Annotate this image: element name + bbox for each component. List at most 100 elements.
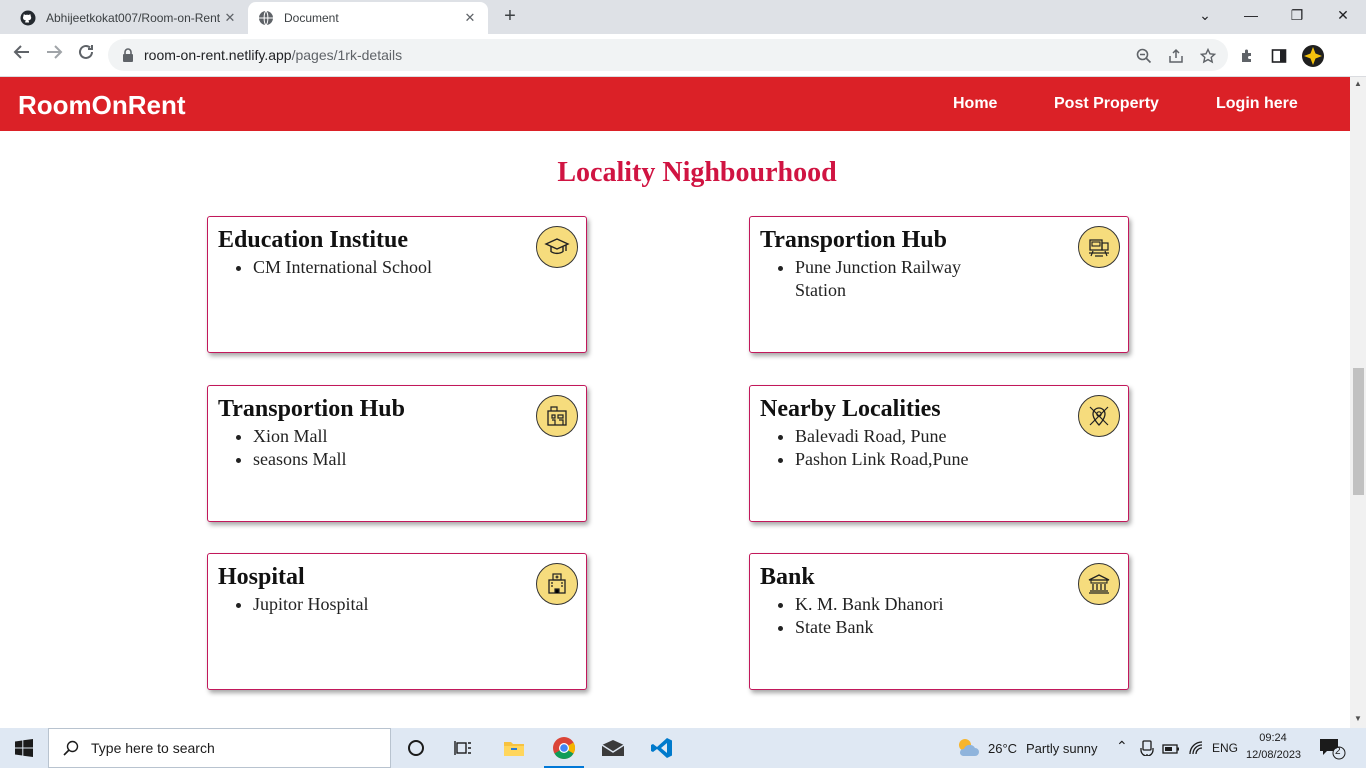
- location-pin-icon: [1078, 395, 1120, 437]
- list-item: K. M. Bank Dhanori: [795, 593, 995, 616]
- vscode-icon[interactable]: [638, 728, 686, 768]
- meet-now-icon[interactable]: [1140, 740, 1154, 761]
- arrow-right-icon: [47, 45, 63, 59]
- locality-card: Bank K. M. Bank Dhanori State Bank: [749, 553, 1129, 690]
- battery-icon[interactable]: [1162, 742, 1180, 760]
- search-placeholder: Type here to search: [91, 740, 215, 756]
- card-title: Nearby Localities: [760, 396, 941, 422]
- list-item: Pune Junction Railway Station: [795, 256, 995, 302]
- tab-title: Abhijeetkokat007/Room-on-Rent: [46, 11, 221, 25]
- card-list: Pune Junction Railway Station: [795, 256, 995, 302]
- reload-button[interactable]: [72, 42, 100, 70]
- mail-icon[interactable]: [589, 728, 637, 768]
- taskbar-clock[interactable]: 09:24 12/08/2023: [1246, 730, 1302, 764]
- back-button[interactable]: [8, 42, 36, 70]
- list-item: CM International School: [253, 256, 453, 279]
- close-icon[interactable]: ✕: [462, 10, 478, 26]
- chrome-icon[interactable]: [540, 728, 588, 768]
- zoom-icon[interactable]: [1135, 47, 1153, 65]
- share-icon[interactable]: [1167, 47, 1185, 65]
- card-list: K. M. Bank Dhanori State Bank: [795, 593, 995, 639]
- tab-github[interactable]: Abhijeetkokat007/Room-on-Rent ✕: [10, 2, 248, 34]
- browser-tab-strip: Abhijeetkokat007/Room-on-Rent ✕ Document…: [0, 0, 1366, 34]
- window-close-button[interactable]: ✕: [1320, 0, 1366, 32]
- new-tab-button[interactable]: +: [498, 5, 522, 29]
- tab-document[interactable]: Document ✕: [248, 2, 488, 34]
- task-view-icon[interactable]: [440, 728, 488, 768]
- page-scrollbar[interactable]: ▲ ▼: [1350, 77, 1366, 728]
- list-item: Pashon Link Road,Pune: [795, 448, 995, 471]
- clock-date: 12/08/2023: [1246, 749, 1302, 761]
- file-explorer-icon[interactable]: [490, 728, 538, 768]
- site-brand[interactable]: RoomOnRent: [18, 90, 186, 121]
- cortana-icon[interactable]: [392, 728, 440, 768]
- tab-search-chevron-icon[interactable]: ⌄: [1182, 0, 1228, 32]
- card-title: Education Institue: [218, 227, 409, 253]
- notification-center-icon[interactable]: 2: [1318, 736, 1346, 760]
- nav-link-home[interactable]: Home: [953, 95, 997, 113]
- card-list: Balevadi Road, Pune Pashon Link Road,Pun…: [795, 425, 995, 471]
- weather-partly-sunny-icon[interactable]: [955, 736, 981, 765]
- card-list: Jupitor Hospital: [253, 593, 453, 616]
- scrollbar-thumb[interactable]: [1353, 368, 1364, 495]
- card-title: Bank: [760, 564, 815, 590]
- train-station-icon: [1078, 226, 1120, 268]
- profile-avatar[interactable]: [1301, 44, 1325, 68]
- shopping-mall-icon: [536, 395, 578, 437]
- hospital-icon: [536, 563, 578, 605]
- list-item: Balevadi Road, Pune: [795, 425, 995, 448]
- tab-title: Document: [284, 11, 339, 25]
- locality-card: Transportion Hub Xion Mall seasons Mall: [207, 385, 587, 522]
- list-item: State Bank: [795, 616, 995, 639]
- card-title: Transportion Hub: [760, 227, 947, 253]
- bank-icon: [1078, 563, 1120, 605]
- arrow-left-icon: [13, 45, 29, 59]
- windows-start-button[interactable]: [0, 728, 48, 768]
- list-item: seasons Mall: [253, 448, 453, 471]
- scroll-down-icon[interactable]: ▼: [1354, 714, 1362, 723]
- notification-count: 2: [1335, 746, 1341, 757]
- reload-icon: [79, 44, 93, 59]
- locality-card: Education Institue CM International Scho…: [207, 216, 587, 353]
- list-item: Jupitor Hospital: [253, 593, 453, 616]
- graduation-cap-icon: [536, 226, 578, 268]
- page-viewport: RoomOnRent Home Post Property Login here…: [0, 77, 1350, 728]
- browser-toolbar: room-on-rent.netlify.app/pages/1rk-detai…: [0, 34, 1366, 77]
- locality-card: Hospital Jupitor Hospital: [207, 553, 587, 690]
- nav-link-login[interactable]: Login here: [1216, 95, 1298, 113]
- github-icon: [20, 10, 36, 26]
- locality-card: Transportion Hub Pune Junction Railway S…: [749, 216, 1129, 353]
- language-indicator[interactable]: ENG: [1212, 741, 1238, 755]
- chevron-up-icon[interactable]: ⌃: [1116, 738, 1128, 755]
- card-list: CM International School: [253, 256, 453, 279]
- url-host: room-on-rent.netlify.app: [144, 47, 292, 63]
- card-list: Xion Mall seasons Mall: [253, 425, 453, 471]
- taskbar-search-box[interactable]: Type here to search: [48, 728, 391, 768]
- restore-button[interactable]: ❐: [1274, 0, 1320, 32]
- list-item: Xion Mall: [253, 425, 453, 448]
- clock-time: 09:24: [1259, 732, 1287, 744]
- lock-icon: [122, 48, 136, 62]
- weather-text[interactable]: Partly sunny: [1026, 741, 1098, 756]
- url-path: /pages/1rk-details: [291, 47, 403, 63]
- wifi-icon[interactable]: [1188, 741, 1204, 760]
- card-title: Transportion Hub: [218, 396, 405, 422]
- search-icon: [63, 740, 79, 756]
- bookmark-star-icon[interactable]: [1199, 47, 1217, 65]
- windows-taskbar: Type here to search 26°C Partly sunny ⌃ …: [0, 728, 1366, 768]
- section-title: Locality Nighbourhood: [557, 157, 837, 188]
- extensions-puzzle-icon[interactable]: [1238, 47, 1256, 65]
- minimize-button[interactable]: —: [1228, 0, 1274, 32]
- site-navbar: RoomOnRent Home Post Property Login here: [0, 77, 1350, 131]
- forward-button[interactable]: [40, 42, 68, 70]
- scroll-up-icon[interactable]: ▲: [1354, 79, 1362, 88]
- weather-temperature[interactable]: 26°C: [988, 741, 1017, 756]
- windows-logo-icon: [15, 739, 33, 757]
- locality-card: Nearby Localities Balevadi Road, Pune Pa…: [749, 385, 1129, 522]
- side-panel-icon[interactable]: [1270, 47, 1288, 65]
- nav-link-post-property[interactable]: Post Property: [1054, 95, 1159, 113]
- globe-icon: [258, 10, 274, 26]
- close-icon[interactable]: ✕: [222, 10, 238, 26]
- address-bar[interactable]: room-on-rent.netlify.app/pages/1rk-detai…: [108, 39, 1228, 71]
- card-title: Hospital: [218, 564, 305, 590]
